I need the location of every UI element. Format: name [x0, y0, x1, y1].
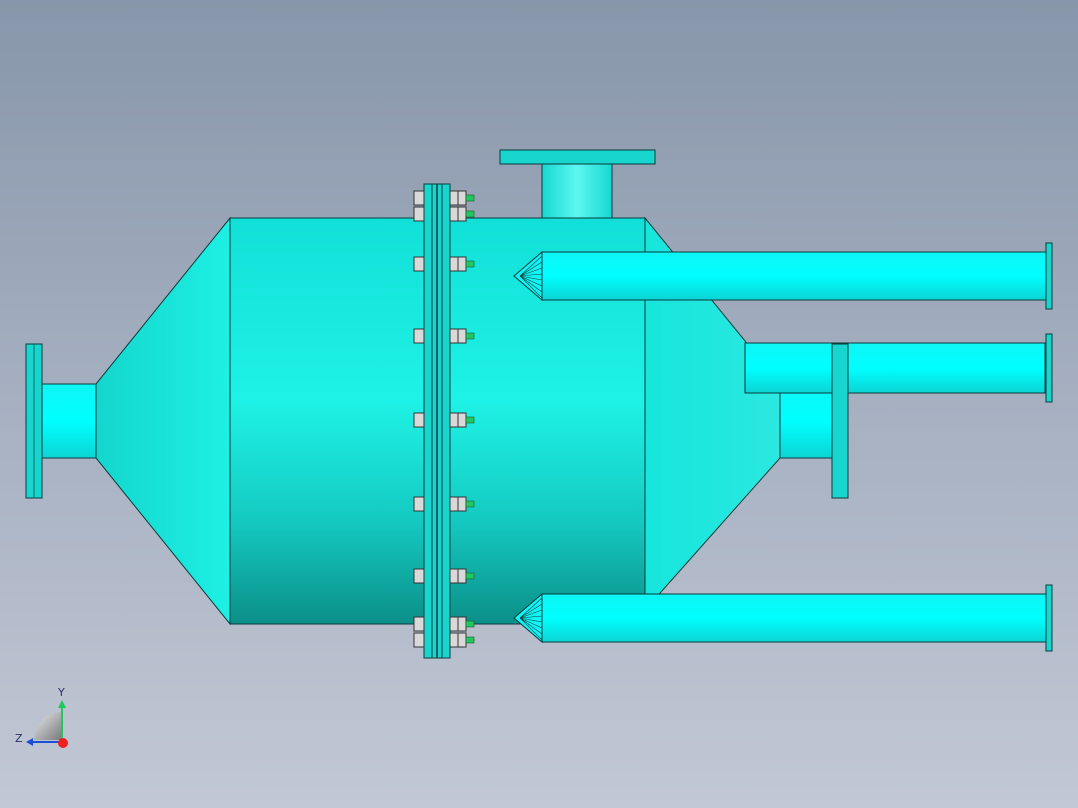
- triad-z-label: Z: [15, 732, 23, 745]
- lower-tube-pipe[interactable]: [513, 584, 1053, 652]
- middle-tube-pipe[interactable]: [744, 333, 1053, 403]
- body-flange[interactable]: [423, 183, 451, 659]
- model-viewport[interactable]: Y Z: [0, 0, 1078, 808]
- top-nozzle-flange: [499, 149, 656, 165]
- triad-arc-icon: [34, 712, 62, 740]
- view-triad[interactable]: [26, 700, 68, 748]
- left-cone: [95, 216, 231, 626]
- left-nozzle-neck: [39, 383, 99, 459]
- heat-exchanger-model[interactable]: [0, 0, 1078, 808]
- top-nozzle-neck: [541, 161, 613, 219]
- top-nozzle[interactable]: [499, 149, 656, 219]
- right-nozzle-neck: [779, 383, 835, 459]
- x-axis-dot-icon: [58, 738, 68, 748]
- left-nozzle[interactable]: [25, 343, 99, 499]
- upper-tube-pipe[interactable]: [513, 242, 1053, 310]
- triad-y-label: Y: [58, 686, 65, 699]
